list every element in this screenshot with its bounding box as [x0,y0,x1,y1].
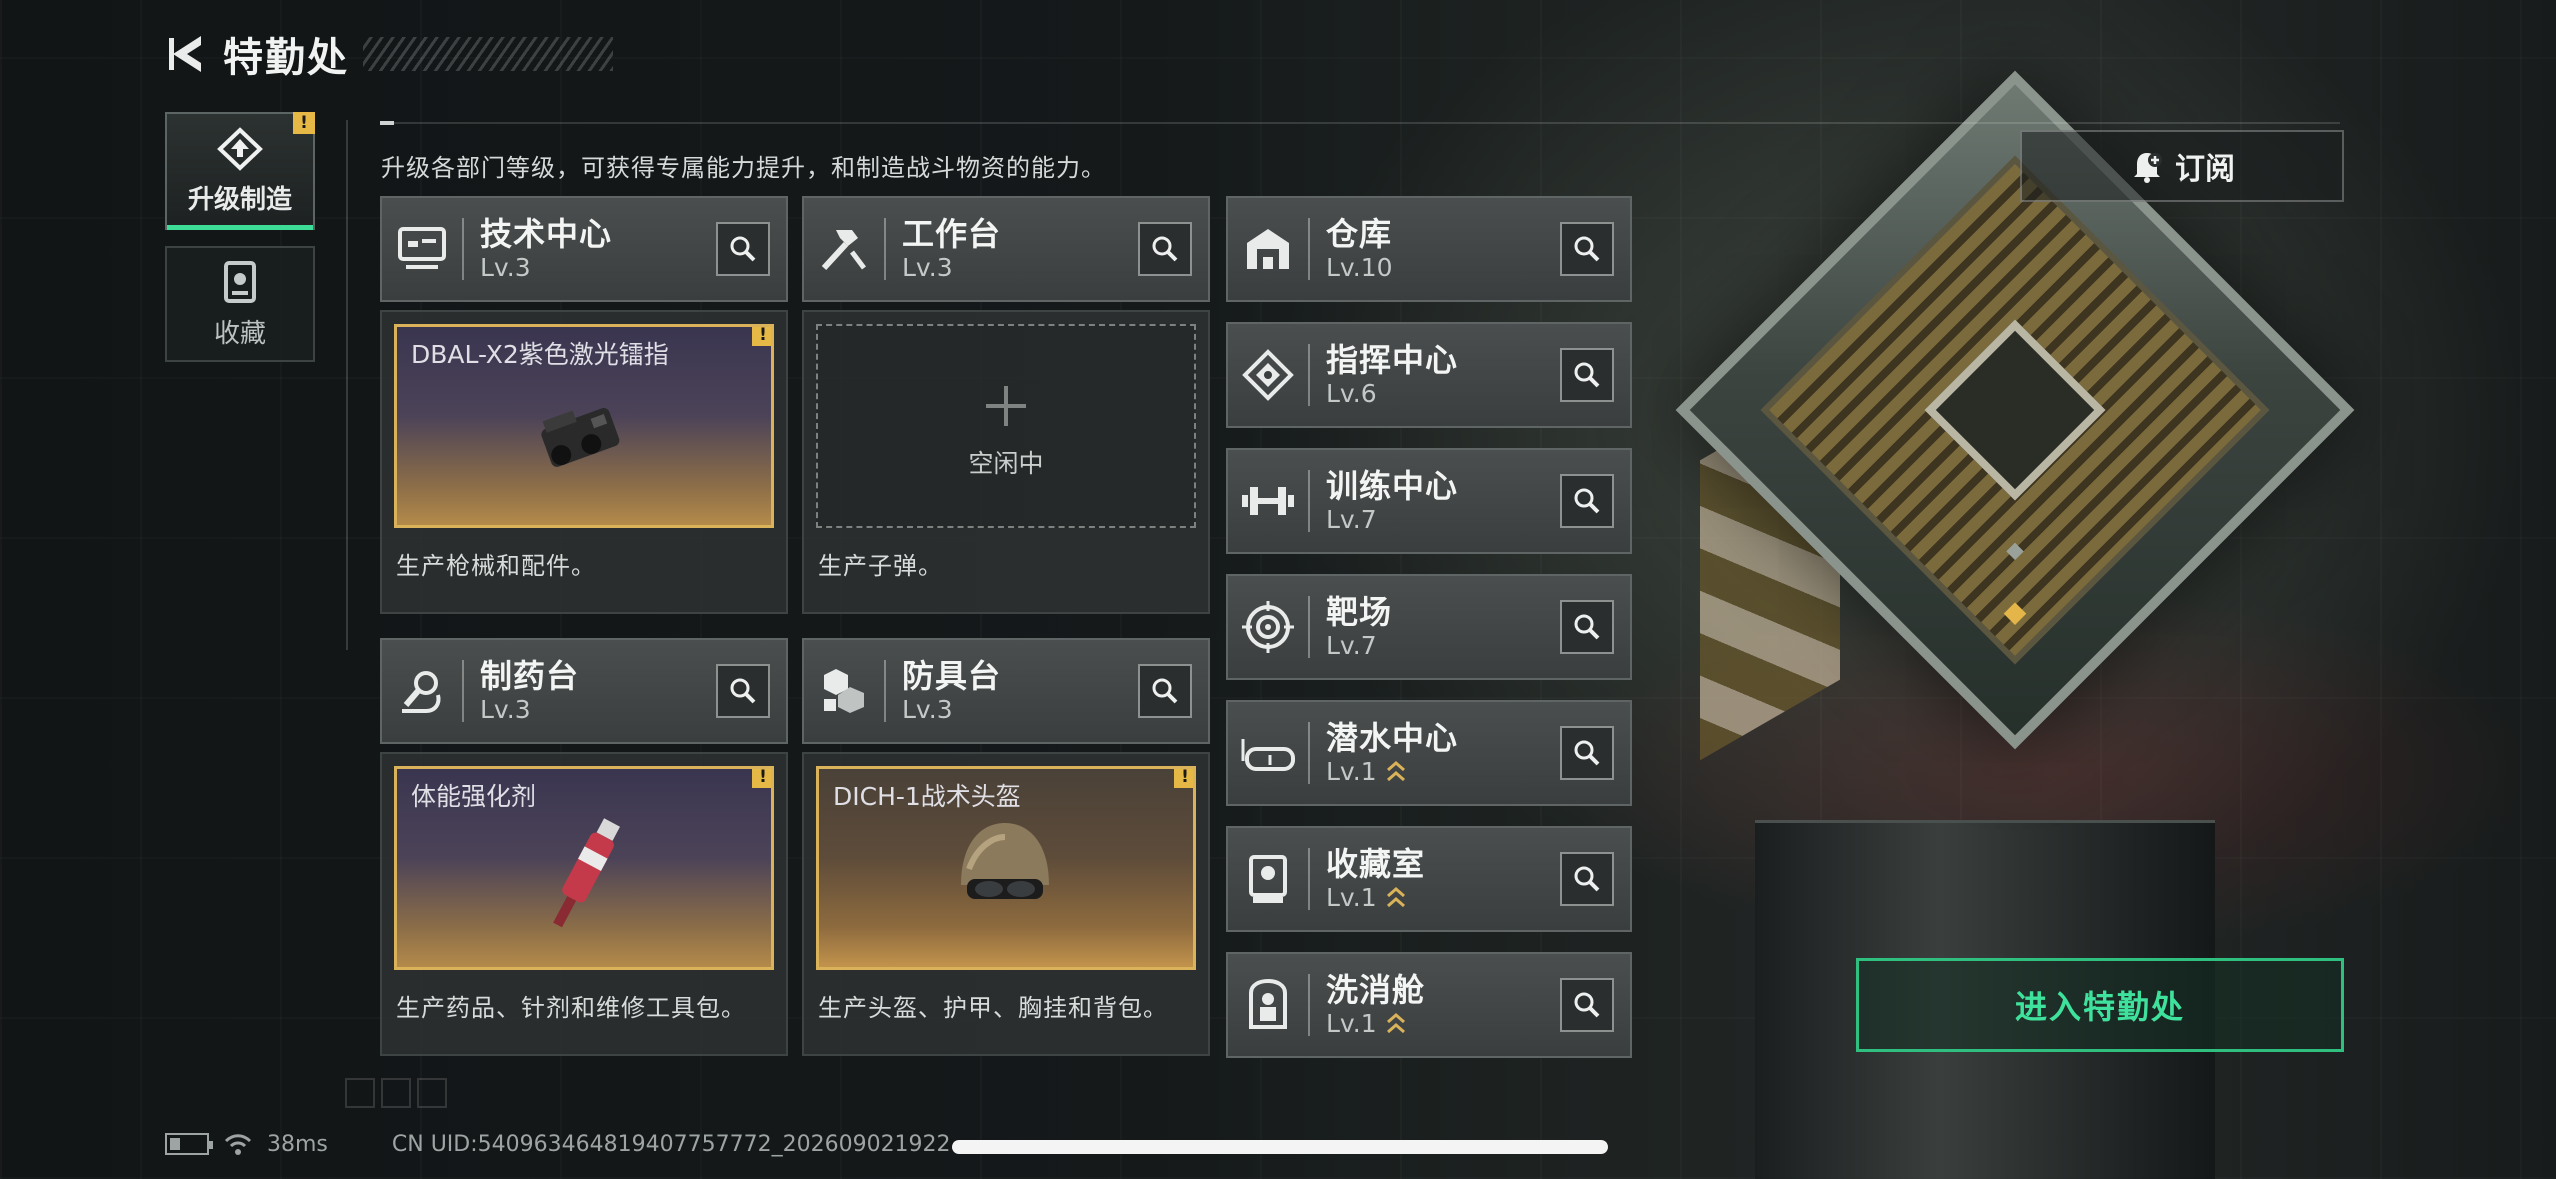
production-panel-armor-bench: DICH-1战术头盔 ! 生产头盔、护甲、胸挂和背包。 [802,752,1210,1056]
alert-badge: ! [293,112,315,134]
wifi-icon [224,1134,252,1155]
facility-search-button[interactable] [716,222,770,276]
tab-upgrade-craft[interactable]: 升级制造 ! [165,112,315,230]
facility-search-button[interactable] [1560,474,1614,528]
magnifier-icon [1574,866,1600,892]
page-title: 特勤处 [223,35,349,81]
plus-icon [986,386,1026,426]
decorative-squares [345,1078,447,1108]
collection-room-icon [1249,855,1287,903]
magnifier-icon [1152,236,1178,262]
target-icon [1242,601,1294,653]
dumbbell-icon [1242,487,1294,515]
facility-workbench[interactable]: 工作台 Lv.3 [802,196,1210,302]
facility-search-button[interactable] [1560,600,1614,654]
upgrade-available-icon [1386,761,1405,782]
facility-search-button[interactable] [1560,852,1614,906]
production-panel-workbench: 空闲中 生产子弹。 [802,310,1210,614]
armor-bench-icon [824,669,864,713]
workbench-icon [821,230,866,271]
helmet-icon [961,823,1049,899]
facility-command-center[interactable]: 指挥中心 Lv.6 [1226,322,1632,428]
facility-shooting-range[interactable]: 靶场 Lv.7 [1226,574,1632,680]
facility-warehouse[interactable]: 仓库 Lv.10 [1226,196,1632,302]
subscribe-button[interactable]: 订阅 [2020,130,2344,202]
facility-search-button[interactable] [1560,726,1614,780]
facility-decontamination-chamber[interactable]: 洗消舱 Lv.1 [1226,952,1632,1058]
production-panel-pharmacy: 体能强化剂 ! 生产药品、针剂和维修工具包。 [380,752,788,1056]
facility-collection-room[interactable]: 收藏室 Lv.1 [1226,826,1632,932]
injector-icon [553,818,620,928]
upgrade-craft-icon [217,126,263,171]
home-indicator[interactable] [952,1140,1608,1154]
facility-search-button[interactable] [1560,222,1614,276]
tech-center-icon [398,227,446,269]
laser-device-icon [541,408,620,467]
facility-search-button[interactable] [716,664,770,718]
command-center-icon [1242,349,1294,401]
alert-badge: ! [752,769,771,788]
upgrade-available-icon [1386,887,1405,908]
facility-diving-center[interactable]: 潜水中心 Lv.1 [1226,700,1632,806]
warehouse-icon [1247,229,1289,269]
upgrade-available-icon [1386,1013,1405,1034]
magnifier-icon [730,678,756,704]
battery-icon [165,1133,213,1155]
facility-armor-bench[interactable]: 防具台 Lv.3 [802,638,1210,744]
magnifier-icon [1574,236,1600,262]
bell-plus-icon [2134,153,2162,183]
sidebar-divider [346,120,348,650]
facility-search-button[interactable] [1560,978,1614,1032]
magnifier-icon [1152,678,1178,704]
production-slot[interactable]: DICH-1战术头盔 ! [816,766,1196,970]
alert-badge: ! [1174,769,1193,788]
ping-value: 38ms [267,1131,328,1157]
magnifier-icon [730,236,756,262]
facility-search-button[interactable] [1560,348,1614,402]
page-subtitle: 升级各部门等级，可获得专属能力提升，和制造战斗物资的能力。 [381,154,1106,182]
uid-text: CN UID:540963464819407757772_20260902192… [391,1131,951,1157]
decontamination-icon [1249,979,1287,1029]
title-decoration [363,37,613,71]
page-header: 特勤处 [165,24,613,84]
status-footer: 38ms CN UID:540963464819407757772_202609… [165,1126,951,1162]
magnifier-icon [1574,614,1600,640]
facility-search-button[interactable] [1138,664,1192,718]
facility-training-center[interactable]: 训练中心 Lv.7 [1226,448,1632,554]
facility-search-button[interactable] [1138,222,1192,276]
pharmacy-icon [402,671,441,713]
magnifier-icon [1574,362,1600,388]
magnifier-icon [1574,488,1600,514]
alert-badge: ! [752,327,771,346]
diving-mask-icon [1241,739,1295,771]
production-slot[interactable]: DBAL-X2紫色激光镭指 ! [394,324,774,528]
back-button[interactable] [165,32,209,76]
facility-tech-center[interactable]: 技术中心 Lv.3 [380,196,788,302]
empty-production-slot[interactable]: 空闲中 [816,324,1196,528]
header-rule [380,121,2340,125]
production-panel-tech-center: DBAL-X2紫色激光镭指 ! 生产枪械和配件。 [380,310,788,614]
enter-special-ops-button[interactable]: 进入特勤处 [1856,958,2344,1052]
magnifier-icon [1574,992,1600,1018]
facility-pharmacy[interactable]: 制药台 Lv.3 [380,638,788,744]
collection-icon [224,260,256,303]
tab-collection[interactable]: 收藏 [165,246,315,362]
back-arrow-icon [169,36,201,72]
magnifier-icon [1574,740,1600,766]
production-slot[interactable]: 体能强化剂 ! [394,766,774,970]
